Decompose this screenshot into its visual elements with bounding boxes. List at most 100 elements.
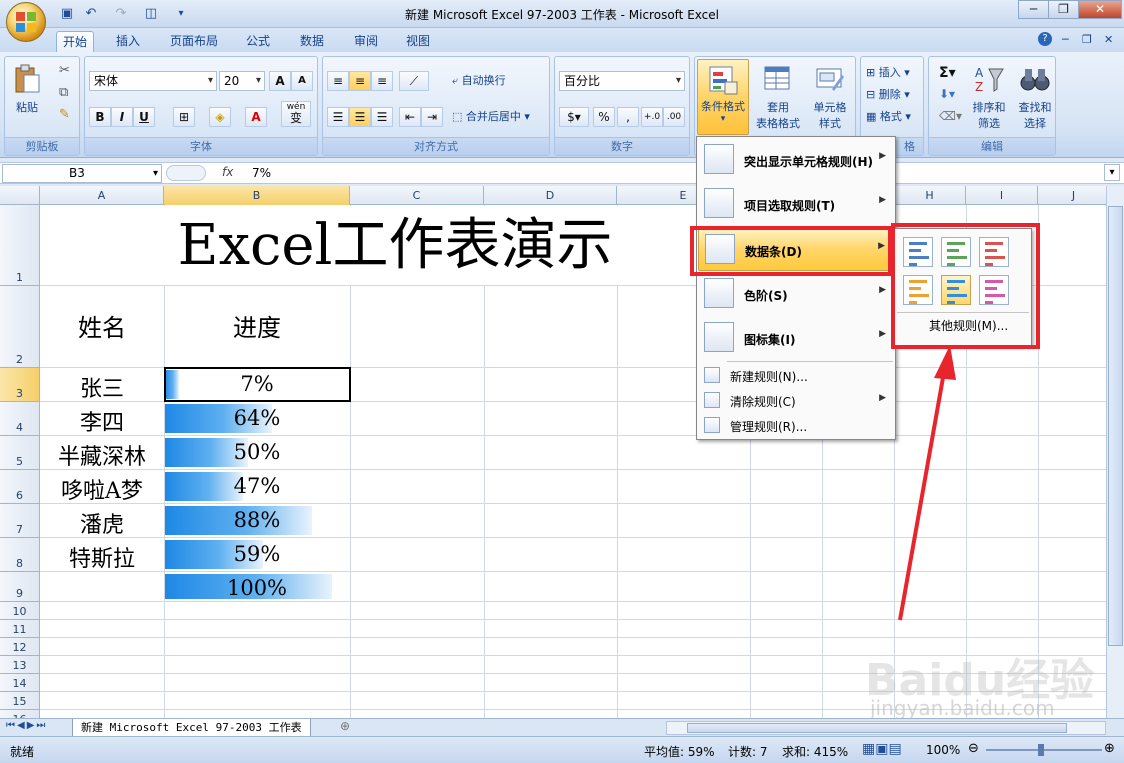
column-header-J[interactable]: J: [1038, 186, 1106, 205]
zoom-in-icon[interactable]: ⊕: [1104, 741, 1115, 756]
row-header-6[interactable]: 6: [0, 470, 40, 504]
column-header-I[interactable]: I: [966, 186, 1038, 205]
clear-icon[interactable]: ⌫▾: [939, 109, 962, 123]
name-box[interactable]: B3: [2, 164, 162, 183]
name-cell[interactable]: 潘虎: [40, 507, 164, 539]
sheet-nav-icon[interactable]: ⏮◀▶⏭: [6, 720, 47, 731]
delete-cells-button[interactable]: ⊟ 删除 ▾: [865, 85, 911, 105]
align-middle-button[interactable]: ≡: [349, 71, 371, 91]
currency-button[interactable]: $▾: [559, 107, 589, 127]
format-cells-button[interactable]: ▦ 格式 ▾: [865, 107, 912, 127]
name-cell[interactable]: 张三: [40, 371, 164, 403]
column-header-C[interactable]: C: [350, 186, 484, 205]
menu-icon-sets[interactable]: 图标集(I) ▶: [698, 316, 894, 360]
title-cell[interactable]: Excel工作表演示: [41, 206, 749, 285]
view-buttons-icon[interactable]: ▦▣▤: [862, 741, 902, 757]
insert-function-icon[interactable]: fx: [222, 165, 233, 179]
expand-formula-icon[interactable]: ▾: [1104, 164, 1120, 181]
new-sheet-icon[interactable]: ⊕: [340, 719, 350, 733]
row-header-16[interactable]: 16: [0, 710, 40, 718]
autosum-icon[interactable]: Σ▾: [939, 65, 956, 81]
align-bottom-button[interactable]: ≡: [371, 71, 393, 91]
align-center-button[interactable]: ☰: [349, 107, 371, 127]
tab-review[interactable]: 审阅: [348, 31, 384, 52]
minimize-button[interactable]: ─: [1018, 0, 1049, 19]
zoom-out-icon[interactable]: ⊖: [968, 741, 979, 756]
help-icon[interactable]: ?: [1038, 32, 1052, 46]
fill-icon[interactable]: ⬇▾: [939, 87, 955, 101]
tab-insert[interactable]: 插入: [110, 31, 146, 52]
header-progress[interactable]: 进度: [164, 308, 350, 343]
select-all-corner[interactable]: [0, 186, 40, 205]
horizontal-scrollbar[interactable]: [666, 721, 1106, 735]
office-button[interactable]: [6, 2, 46, 42]
row-header-7[interactable]: 7: [0, 504, 40, 538]
row-header-14[interactable]: 14: [0, 674, 40, 692]
number-format-select[interactable]: 百分比: [559, 71, 685, 91]
vertical-scrollbar[interactable]: [1106, 186, 1124, 718]
row-header-11[interactable]: 11: [0, 620, 40, 638]
row-header-10[interactable]: 10: [0, 602, 40, 620]
formula-bar-handle[interactable]: [166, 165, 206, 181]
row-header-2[interactable]: 2: [0, 286, 40, 368]
h-scroll-thumb[interactable]: [687, 723, 1067, 733]
wrap-text-button[interactable]: ⤶ 自动换行: [451, 71, 507, 91]
column-header-D[interactable]: D: [484, 186, 617, 205]
align-left-button[interactable]: ☰: [327, 107, 349, 127]
format-painter-icon[interactable]: ✎: [59, 107, 70, 122]
sheet-tab[interactable]: 新建 Microsoft Excel 97-2003 工作表: [72, 719, 311, 737]
tab-data[interactable]: 数据: [294, 31, 330, 52]
ribbon-close-icon[interactable]: ✕: [1104, 33, 1113, 46]
progress-cell[interactable]: 7%: [164, 372, 350, 396]
decrease-indent-button[interactable]: ⇤: [399, 107, 421, 127]
tab-home[interactable]: 开始: [56, 31, 95, 52]
grow-font-button[interactable]: A: [269, 71, 291, 91]
menu-clear-rules[interactable]: 清除规则(C) ▶: [698, 388, 894, 412]
border-button[interactable]: ⊞: [173, 107, 195, 127]
close-button[interactable]: ✕: [1078, 0, 1122, 19]
comma-button[interactable]: ,: [617, 107, 639, 127]
row-header-15[interactable]: 15: [0, 692, 40, 710]
zoom-level[interactable]: 100%: [926, 743, 960, 757]
progress-cell[interactable]: 47%: [164, 474, 350, 498]
align-top-button[interactable]: ≡: [327, 71, 349, 91]
row-header-3[interactable]: 3: [0, 368, 40, 402]
name-cell[interactable]: 李四: [40, 405, 164, 437]
fill-color-button[interactable]: ◈: [209, 107, 231, 127]
format-as-table-button[interactable]: 套用 表格格式: [753, 63, 803, 131]
menu-color-scales[interactable]: 色阶(S) ▶: [698, 272, 894, 316]
bold-button[interactable]: B: [89, 107, 111, 127]
row-header-8[interactable]: 8: [0, 538, 40, 572]
paste-button[interactable]: 粘贴: [11, 63, 43, 115]
insert-cells-button[interactable]: ⊞ 插入 ▾: [865, 63, 911, 83]
name-cell[interactable]: 特斯拉: [40, 541, 164, 573]
merge-center-button[interactable]: ⬚ 合并后居中 ▾: [451, 107, 531, 127]
name-cell[interactable]: 半藏深林: [40, 439, 164, 471]
phonetic-button[interactable]: wén 变: [281, 101, 311, 127]
menu-highlight-rules[interactable]: 突出显示单元格规则(H) ▶: [698, 138, 894, 182]
shrink-font-button[interactable]: A: [291, 71, 313, 91]
find-select-button[interactable]: 查找和 选择: [1013, 63, 1057, 131]
column-header-B[interactable]: B: [164, 186, 350, 205]
progress-cell[interactable]: 88%: [164, 508, 350, 532]
progress-cell[interactable]: 100%: [164, 576, 350, 600]
column-header-A[interactable]: A: [40, 186, 164, 205]
ribbon-min-icon[interactable]: ─: [1062, 33, 1069, 46]
progress-cell[interactable]: 59%: [164, 542, 350, 566]
header-name[interactable]: 姓名: [40, 308, 164, 343]
row-header-5[interactable]: 5: [0, 436, 40, 470]
increase-indent-button[interactable]: ⇥: [421, 107, 443, 127]
ribbon-restore-icon[interactable]: ❐: [1082, 33, 1092, 46]
copy-icon[interactable]: ⧉: [59, 85, 68, 100]
menu-topbottom-rules[interactable]: 项目选取规则(T) ▶: [698, 182, 894, 226]
menu-new-rule[interactable]: 新建规则(N)...: [698, 363, 894, 387]
tab-page-layout[interactable]: 页面布局: [164, 31, 224, 52]
font-name-select[interactable]: 宋体: [89, 71, 217, 91]
cut-icon[interactable]: ✂: [59, 63, 70, 78]
progress-cell[interactable]: 64%: [164, 406, 350, 430]
row-header-1[interactable]: 1: [0, 205, 40, 286]
align-right-button[interactable]: ☰: [371, 107, 393, 127]
menu-manage-rules[interactable]: 管理规则(R)...: [698, 413, 894, 437]
formula-input[interactable]: 7%: [252, 166, 271, 180]
decrease-decimal-button[interactable]: .00: [663, 107, 685, 127]
